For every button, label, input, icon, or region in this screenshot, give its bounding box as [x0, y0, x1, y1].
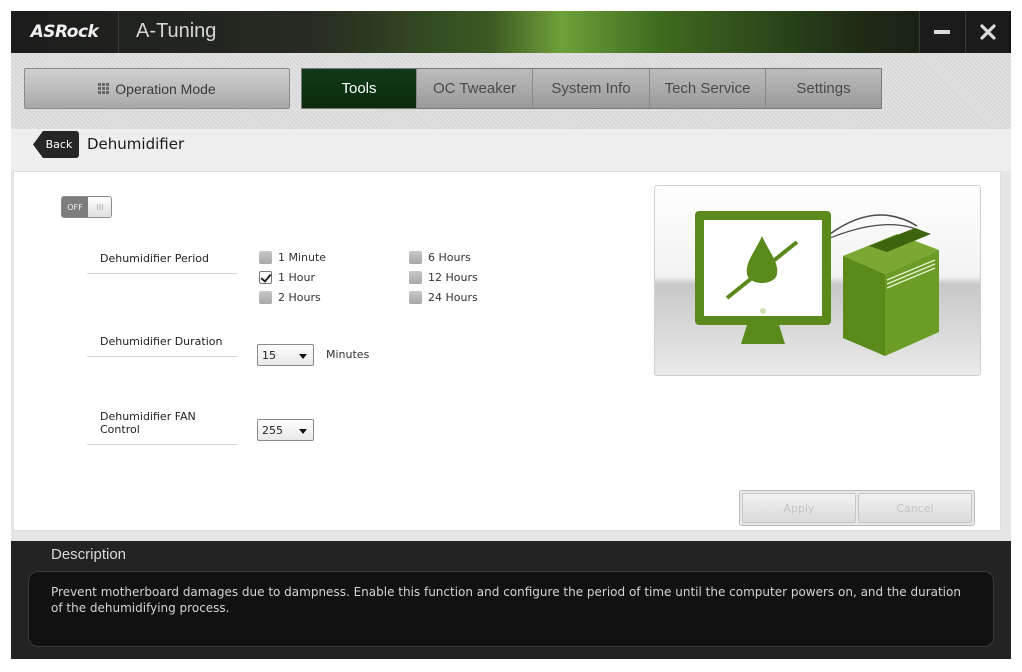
close-icon — [979, 24, 996, 40]
description-text: Prevent motherboard damages due to dampn… — [51, 585, 961, 615]
duration-label: Dehumidifier Duration — [87, 335, 237, 357]
tab-settings[interactable]: Settings — [766, 69, 881, 108]
settings-panel: OFF III Dehumidifier Period 1 Minute 1 H… — [13, 171, 1001, 531]
option-label: 2 Hours — [278, 291, 321, 304]
duration-value: 15 — [262, 348, 276, 362]
period-option-1-hour[interactable]: 1 Hour — [259, 271, 315, 284]
duration-select[interactable]: 15 — [257, 344, 314, 366]
minimize-button[interactable] — [919, 11, 963, 53]
toggle-knob: III — [88, 197, 111, 217]
action-buttons: Apply Cancel — [739, 490, 975, 526]
cancel-button[interactable]: Cancel — [858, 493, 972, 523]
period-option-12-hours[interactable]: 12 Hours — [409, 271, 478, 284]
checkbox — [259, 291, 272, 304]
tab-oc-tweaker[interactable]: OC Tweaker — [417, 69, 533, 108]
period-option-6-hours[interactable]: 6 Hours — [409, 251, 471, 264]
operation-mode-button[interactable]: Operation Mode — [24, 68, 290, 109]
fan-control-label: Dehumidifier FAN Control — [87, 410, 237, 445]
option-label: 12 Hours — [428, 271, 478, 284]
tab-strip: Tools OC Tweaker System Info Tech Servic… — [301, 68, 882, 109]
duration-unit: Minutes — [326, 348, 370, 361]
dehumidifier-toggle[interactable]: OFF III — [61, 196, 112, 218]
tab-tech-service[interactable]: Tech Service — [650, 69, 766, 108]
title-bar: ASRock A-Tuning — [11, 11, 1011, 53]
nav-bar: Operation Mode Tools OC Tweaker System I… — [11, 53, 1011, 129]
option-label: 1 Hour — [278, 271, 315, 284]
fan-control-value: 255 — [262, 423, 283, 437]
chevron-down-icon — [299, 429, 307, 434]
tab-label: Tools — [341, 80, 377, 97]
minimize-icon — [933, 30, 950, 34]
brand-logo: ASRock — [11, 11, 119, 53]
tab-label: Settings — [796, 80, 851, 97]
checkbox — [409, 251, 422, 264]
fan-control-select[interactable]: 255 — [257, 419, 314, 441]
app-title: A-Tuning — [136, 20, 217, 42]
period-option-1-minute[interactable]: 1 Minute — [259, 251, 326, 264]
grid-icon — [98, 83, 110, 94]
dehumidifier-graphic-icon — [695, 211, 939, 356]
checkbox — [409, 271, 422, 284]
option-label: 1 Minute — [278, 251, 327, 264]
app-window: ASRock A-Tuning Operation Mode Tools OC … — [11, 11, 1011, 659]
option-label: 24 Hours — [428, 291, 478, 304]
period-option-2-hours[interactable]: 2 Hours — [259, 291, 321, 304]
operation-mode-label: Operation Mode — [115, 80, 216, 97]
tab-label: System Info — [551, 80, 631, 97]
brand-name: ASRock — [30, 22, 99, 42]
close-button[interactable] — [965, 11, 1009, 53]
period-option-24-hours[interactable]: 24 Hours — [409, 291, 478, 304]
checkbox — [259, 251, 272, 264]
dehumidifier-illustration — [654, 185, 981, 376]
checkbox — [409, 291, 422, 304]
tab-system-info[interactable]: System Info — [533, 69, 650, 108]
tab-tools[interactable]: Tools — [302, 69, 417, 108]
checkbox-checked — [259, 271, 272, 284]
chevron-down-icon — [299, 354, 307, 359]
apply-button[interactable]: Apply — [742, 493, 856, 523]
page-title: Dehumidifier — [87, 135, 185, 153]
toggle-state-label: OFF — [62, 197, 88, 217]
description-title: Description — [51, 546, 127, 563]
period-label: Dehumidifier Period — [87, 252, 237, 274]
tab-label: Tech Service — [664, 80, 751, 97]
description-panel: Description Prevent motherboard damages … — [11, 541, 1011, 659]
option-label: 6 Hours — [428, 251, 471, 264]
tab-label: OC Tweaker — [432, 80, 517, 97]
description-box: Prevent motherboard damages due to dampn… — [28, 571, 994, 647]
